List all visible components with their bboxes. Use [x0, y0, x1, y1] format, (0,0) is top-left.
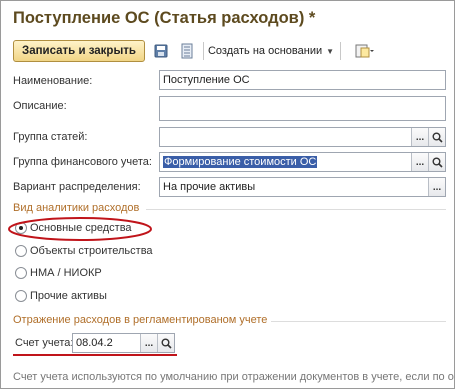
account-field[interactable]: 08.04.2 ... — [72, 333, 175, 353]
account-select-button[interactable]: ... — [140, 334, 157, 352]
financial-group-search-icon[interactable] — [428, 153, 445, 171]
toolbar: Записать и закрыть Создать на основании … — [13, 39, 375, 63]
name-label: Наименование: — [13, 75, 93, 87]
radio-label: Объекты строительства — [30, 245, 153, 257]
list-icon[interactable] — [177, 41, 197, 61]
page-title: Поступление ОС (Статья расходов) * — [13, 9, 316, 27]
create-based-on-label: Создать на основании — [207, 45, 323, 57]
item-group-search-icon[interactable] — [428, 128, 445, 146]
regulated-section-header: Отражение расходов в регламентированом у… — [13, 314, 268, 326]
account-label: Счет учета: — [15, 337, 74, 349]
radio-construction[interactable]: Объекты строительства — [15, 245, 153, 257]
section-divider — [146, 209, 446, 210]
chevron-down-icon: ▼ — [326, 46, 335, 56]
attach-icon[interactable] — [355, 43, 375, 59]
toolbar-separator — [340, 42, 342, 60]
radio-button[interactable] — [15, 245, 27, 257]
distribution-select-button[interactable]: ... — [428, 178, 445, 196]
account-search-icon[interactable] — [157, 334, 174, 352]
description-label: Описание: — [13, 100, 67, 112]
name-field[interactable]: Поступление ОС — [159, 70, 446, 90]
hint-text: Счет учета используются по умолчанию при… — [13, 371, 455, 383]
create-based-on-menu[interactable]: Создать на основании ▼ — [208, 45, 334, 57]
form-window: Поступление ОС (Статья расходов) * Запис… — [0, 0, 455, 389]
distribution-label: Вариант распределения: — [13, 181, 141, 193]
item-group-field[interactable]: ... — [159, 127, 446, 147]
distribution-field[interactable]: На прочие активы ... — [159, 177, 446, 197]
financial-group-value: Формирование стоимости ОС — [163, 156, 318, 168]
item-group-label: Группа статей: — [13, 131, 88, 143]
highlight-ellipse — [8, 217, 152, 241]
radio-intangible[interactable]: НМА / НИОКР — [15, 267, 102, 279]
radio-button[interactable] — [15, 267, 27, 279]
highlight-underline — [13, 354, 177, 356]
radio-other-assets[interactable]: Прочие активы — [15, 290, 107, 302]
financial-group-label: Группа финансового учета: — [13, 156, 152, 168]
radio-label: Прочие активы — [30, 290, 107, 302]
section-divider — [271, 321, 446, 322]
save-and-close-button[interactable]: Записать и закрыть — [13, 40, 145, 62]
item-group-select-button[interactable]: ... — [411, 128, 428, 146]
financial-group-field[interactable]: Формирование стоимости ОС ... — [159, 152, 446, 172]
save-icon[interactable] — [151, 41, 171, 61]
description-field[interactable] — [159, 96, 446, 121]
radio-button[interactable] — [15, 290, 27, 302]
account-value: 08.04.2 — [76, 337, 113, 349]
analytics-section-header: Вид аналитики расходов — [13, 202, 140, 214]
toolbar-separator — [202, 42, 204, 60]
financial-group-select-button[interactable]: ... — [411, 153, 428, 171]
radio-label: НМА / НИОКР — [30, 267, 102, 279]
